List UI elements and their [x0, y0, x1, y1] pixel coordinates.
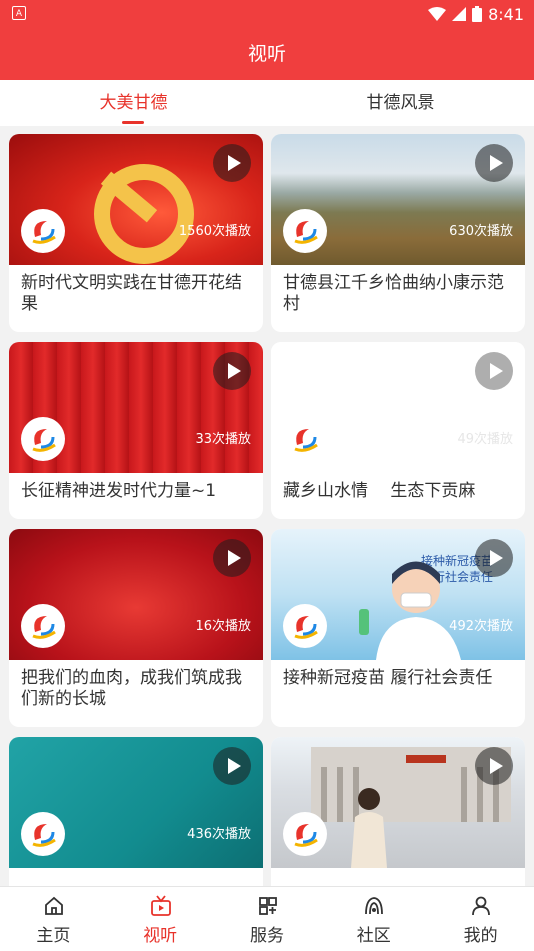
- video-title: 接种新冠疫苗 履行社会责任: [283, 668, 493, 688]
- play-icon[interactable]: [213, 144, 251, 182]
- play-icon[interactable]: [475, 747, 513, 785]
- bottom-navigation: 主页 视听 服务 社区 我的: [0, 886, 534, 951]
- battery-icon: [472, 6, 483, 22]
- video-card[interactable]: 33次播放 长征精神进发时代力量~1: [9, 342, 263, 519]
- nav-mine[interactable]: 我的: [427, 887, 534, 951]
- video-thumbnail: 630次播放: [271, 134, 525, 265]
- grid-icon: [258, 897, 277, 915]
- play-icon[interactable]: [213, 352, 251, 390]
- nav-service[interactable]: 服务: [214, 887, 321, 951]
- video-title: 藏乡山水情 生态下贡麻: [283, 481, 476, 501]
- video-card[interactable]: 49次播放 藏乡山水情 生态下贡麻: [271, 342, 525, 519]
- channel-logo: [283, 604, 327, 648]
- video-title: [271, 868, 525, 886]
- play-count: 1560次播放: [178, 224, 251, 239]
- video-card[interactable]: 1560次播放 新时代文明实践在甘德开花结果: [9, 134, 263, 332]
- nav-label: 服务: [249, 926, 284, 946]
- video-title: [9, 868, 263, 886]
- user-icon: [472, 896, 491, 916]
- nav-label: 社区: [356, 926, 391, 946]
- channel-logo: [21, 417, 65, 461]
- tab-label: 甘德风景: [366, 93, 435, 113]
- video-thumbnail: 1560次播放: [9, 134, 263, 265]
- home-icon: [45, 896, 63, 915]
- play-count: 436次播放: [187, 827, 251, 842]
- nav-label: 视听: [143, 926, 178, 946]
- nav-label: 主页: [36, 926, 71, 946]
- video-thumbnail: [271, 737, 525, 868]
- play-icon[interactable]: [213, 747, 251, 785]
- tab-gande-fengjing[interactable]: 甘德风景: [267, 80, 534, 126]
- play-icon[interactable]: [213, 539, 251, 577]
- video-thumbnail: 49次播放: [271, 342, 525, 473]
- nav-label: 我的: [463, 926, 498, 946]
- play-icon[interactable]: [475, 144, 513, 182]
- channel-logo: [283, 417, 327, 461]
- play-count: 16次播放: [195, 619, 251, 634]
- video-title: 长征精神进发时代力量~1: [21, 481, 217, 501]
- app-notification-icon: A: [12, 6, 26, 20]
- video-thumbnail: 33次播放: [9, 342, 263, 473]
- video-thumbnail: 436次播放: [9, 737, 263, 868]
- nav-shiting[interactable]: 视听: [107, 887, 214, 951]
- tv-icon: [150, 895, 171, 916]
- video-grid: 1560次播放 新时代文明实践在甘德开花结果 630次播放 甘德县江千乡恰曲纳小…: [0, 126, 534, 886]
- play-count: 49次播放: [457, 432, 513, 447]
- play-count: 492次播放: [449, 619, 513, 634]
- channel-logo: [283, 812, 327, 856]
- video-card[interactable]: 16次播放 把我们的血肉，成我们筑成我们新的长城: [9, 529, 263, 727]
- wifi-icon: [428, 7, 447, 21]
- channel-logo: [21, 604, 65, 648]
- community-icon: [365, 897, 384, 915]
- play-count: 33次播放: [195, 432, 251, 447]
- signal-icon: [452, 7, 467, 21]
- channel-logo: [283, 209, 327, 253]
- video-title: 把我们的血肉，成我们筑成我们新的长城: [21, 668, 242, 709]
- tab-bar: 大美甘德 甘德风景: [0, 80, 534, 126]
- video-card[interactable]: 接种新冠疫苗 履行社会责任 492次播放 接种新冠疫苗 履行社会责任: [271, 529, 525, 727]
- video-card[interactable]: [271, 737, 525, 886]
- video-thumbnail: 16次播放: [9, 529, 263, 660]
- play-icon[interactable]: [475, 539, 513, 577]
- video-title: 甘德县江千乡恰曲纳小康示范村: [283, 273, 504, 314]
- tab-indicator: [122, 121, 144, 124]
- page-title: 视听: [0, 28, 534, 80]
- video-thumbnail: 接种新冠疫苗 履行社会责任 492次播放: [271, 529, 525, 660]
- clock: 8:41: [488, 4, 524, 24]
- channel-logo: [21, 209, 65, 253]
- video-card[interactable]: 630次播放 甘德县江千乡恰曲纳小康示范村: [271, 134, 525, 332]
- nav-home[interactable]: 主页: [0, 887, 107, 951]
- tab-damei-gande[interactable]: 大美甘德: [0, 80, 267, 126]
- video-title: 新时代文明实践在甘德开花结果: [21, 273, 242, 314]
- nav-community[interactable]: 社区: [320, 887, 427, 951]
- tab-label: 大美甘德: [99, 93, 168, 113]
- status-bar: A 8:41: [0, 0, 534, 28]
- video-card[interactable]: 436次播放: [9, 737, 263, 886]
- play-count: 630次播放: [449, 224, 513, 239]
- channel-logo: [21, 812, 65, 856]
- status-icons: 8:41: [428, 3, 524, 25]
- play-icon[interactable]: [475, 352, 513, 390]
